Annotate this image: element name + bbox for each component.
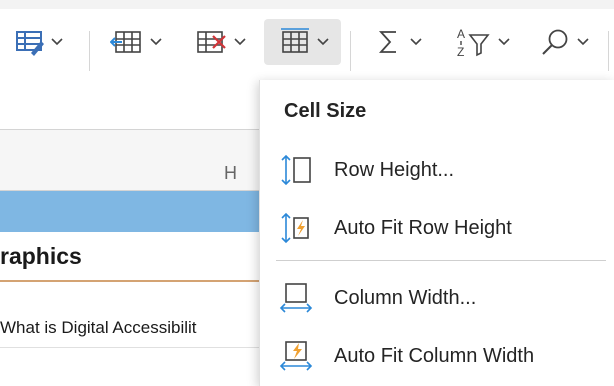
delete-button[interactable] [184, 19, 256, 65]
menu-title: Cell Size [284, 100, 367, 122]
column-header-h[interactable]: H [224, 163, 237, 184]
menu-item-column-width[interactable]: Column Width... [260, 273, 614, 323]
toolbar-separator [608, 31, 609, 71]
cell-size-button[interactable] [264, 19, 341, 65]
ribbon-toolbar: A Z [0, 9, 614, 79]
menu-item-label: Row Height... [334, 159, 455, 181]
svg-text:Z: Z [457, 45, 464, 59]
cell-size-icon [277, 27, 311, 57]
sort-filter-button[interactable]: A Z [444, 19, 520, 65]
chevron-down-icon [410, 38, 422, 46]
chevron-down-icon [498, 38, 510, 46]
format-icon [11, 27, 45, 57]
menu-item-label: Auto Fit Column Width [334, 345, 535, 367]
autofit-column-width-icon [278, 338, 314, 374]
chevron-down-icon [316, 38, 329, 46]
cell-digital-accessibility-text: What is Digital Accessibilit [0, 318, 197, 337]
row-height-icon [278, 152, 314, 188]
delete-icon [194, 27, 228, 57]
toolbar-separator [350, 31, 351, 71]
menu-item-autofit-row-height[interactable]: Auto Fit Row Height [260, 203, 614, 253]
cell-graphics-text: raphics [0, 243, 82, 269]
menu-item-label: Column Width... [334, 287, 477, 309]
chevron-down-icon [577, 38, 589, 46]
sum-icon [374, 27, 404, 57]
chevron-down-icon [51, 38, 63, 46]
chevron-down-icon [234, 38, 246, 46]
chevron-down-icon [150, 38, 162, 46]
sum-button[interactable] [362, 19, 434, 65]
find-button[interactable] [528, 19, 600, 65]
insert-icon [110, 27, 144, 57]
format-button[interactable] [0, 19, 74, 65]
find-icon [539, 27, 571, 57]
cell-size-menu: Cell Size Row Height... Auto Fit Row Hei… [259, 80, 614, 386]
menu-item-autofit-column-width[interactable]: Auto Fit Column Width [260, 331, 614, 381]
sort-filter-icon: A Z [454, 25, 492, 59]
toolbar-separator [89, 31, 90, 71]
insert-button[interactable] [100, 19, 172, 65]
menu-item-label: Auto Fit Row Height [334, 217, 512, 239]
top-strip [0, 0, 614, 9]
menu-separator [276, 260, 606, 261]
svg-text:A: A [457, 27, 465, 41]
menu-item-row-height[interactable]: Row Height... [260, 145, 614, 195]
autofit-row-height-icon [278, 210, 314, 246]
column-width-icon [278, 280, 314, 316]
